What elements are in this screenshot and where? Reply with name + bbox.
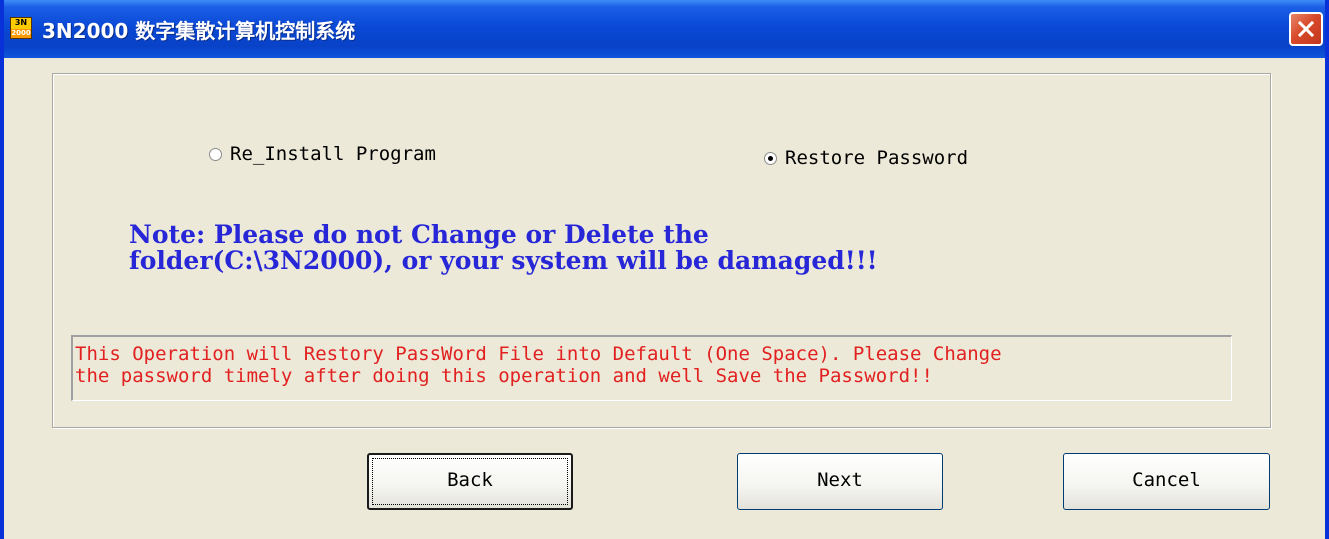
app-logo-top-text: 3N [11,18,31,29]
restore-password-label: Restore Password [785,147,969,169]
operation-message-box: This Operation will Restory PassWord Fil… [71,335,1232,401]
reinstall-program-radio[interactable]: Re_Install Program [209,143,436,165]
back-button[interactable]: Back [367,453,573,510]
cancel-button-label: Cancel [1132,468,1201,491]
app-logo-icon: 3N 2000 [10,17,32,39]
close-button[interactable] [1289,12,1323,46]
next-button-label: Next [817,468,863,491]
close-icon [1297,20,1315,38]
next-button[interactable]: Next [737,453,943,510]
warning-note-line-1: Note: Please do not Change or Delete the [129,220,709,249]
radio-unchecked-icon [209,147,222,161]
warning-note-line-2: folder(C:\3N2000), or your system will b… [129,246,878,275]
restore-password-radio[interactable]: Restore Password [764,147,968,169]
reinstall-program-label: Re_Install Program [230,143,436,165]
radio-checked-icon [764,151,777,165]
app-logo-bottom-text: 2000 [11,29,31,38]
cancel-button[interactable]: Cancel [1063,453,1270,510]
operation-message-line-1: This Operation will Restory PassWord Fil… [75,343,1002,365]
operation-message-line-2: the password timely after doing this ope… [75,365,933,387]
back-button-label: Back [447,468,493,491]
installer-window: 3N 2000 3N2000 数字集散计算机控制系统 Re_Install Pr… [0,0,1329,539]
title-bar[interactable]: 3N 2000 3N2000 数字集散计算机控制系统 [4,0,1325,58]
warning-note: Note: Please do not Change or Delete the… [129,222,878,274]
window-title: 3N2000 数字集散计算机控制系统 [42,19,356,43]
